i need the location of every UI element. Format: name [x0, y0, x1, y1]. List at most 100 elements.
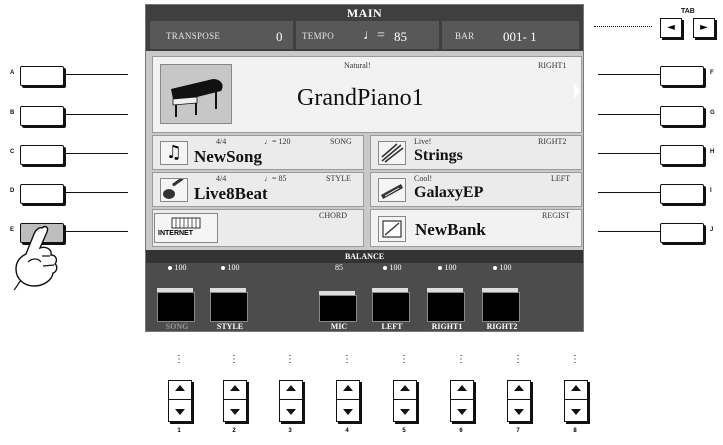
stepper-1[interactable] — [168, 380, 192, 422]
down-arrow-icon[interactable] — [571, 409, 581, 415]
stepper-3[interactable] — [279, 380, 303, 422]
internet-button[interactable]: INTERNET — [154, 213, 218, 243]
stepper-8[interactable] — [564, 380, 588, 422]
balance-channel-style[interactable]: 100 STYLE — [204, 263, 256, 331]
down-arrow-icon[interactable] — [343, 409, 353, 415]
tab-left-button[interactable]: ◄ — [660, 18, 682, 38]
down-arrow-icon[interactable] — [286, 409, 296, 415]
regist-bank-name: NewBank — [415, 220, 486, 239]
up-arrow-icon[interactable] — [286, 385, 296, 391]
dotted-leader: ⋮ — [399, 354, 409, 365]
balance-channel-mic[interactable]: 85 MIC — [313, 263, 365, 331]
balance-channel-name: RIGHT2 — [486, 322, 518, 331]
balance-channel-name: STYLE — [216, 322, 244, 331]
tempo-value: 85 — [394, 29, 407, 44]
up-arrow-icon[interactable] — [514, 385, 524, 391]
stepper-label: 3 — [288, 428, 292, 434]
stepper-7[interactable] — [507, 380, 531, 422]
dotted-leader: ⋮ — [174, 354, 184, 365]
stepper-6[interactable] — [450, 380, 474, 422]
label-d: D — [10, 188, 15, 194]
down-arrow-icon[interactable] — [230, 409, 240, 415]
style-label: STYLE — [326, 174, 351, 183]
balance-value: 100 — [227, 263, 240, 272]
volume-meter — [427, 292, 465, 322]
transpose-label: TRANSPOSE — [166, 31, 221, 41]
guitar-icon — [160, 177, 188, 202]
bar-label: BAR — [455, 31, 475, 41]
mute-indicator-icon — [167, 266, 172, 271]
dotted-leader: ⋮ — [570, 354, 580, 365]
balance-channel-song[interactable]: 100 SONG — [151, 263, 203, 331]
label-f: F — [710, 70, 714, 76]
button-a[interactable] — [20, 66, 64, 86]
style-name: Live8Beat — [194, 184, 268, 203]
button-g[interactable] — [660, 106, 704, 126]
internet-label: INTERNET — [158, 230, 193, 237]
down-arrow-icon[interactable] — [457, 409, 467, 415]
leader-line — [66, 74, 128, 76]
up-arrow-icon[interactable] — [343, 385, 353, 391]
down-arrow-icon[interactable] — [175, 409, 185, 415]
mute-indicator-icon — [437, 266, 442, 271]
label-g: G — [710, 110, 715, 116]
screen-title: MAIN — [346, 6, 383, 20]
leader-line — [66, 114, 128, 116]
stepper-label: 4 — [345, 428, 349, 434]
button-h[interactable] — [660, 145, 704, 165]
stepper-4[interactable] — [336, 380, 360, 422]
song-tempo: ♩= 120 — [264, 137, 291, 146]
leader-line — [598, 74, 660, 76]
leader-line — [66, 231, 128, 233]
lcd-screen: MAIN TRANSPOSE 0 TEMPO ♩= 85 BAR 001- 1 … — [145, 4, 584, 332]
stepper-label: 8 — [573, 428, 577, 434]
down-arrow-icon[interactable] — [400, 409, 410, 415]
button-d[interactable] — [20, 184, 64, 204]
music-note-icon: ♫ — [160, 141, 188, 165]
stepper-label: 6 — [459, 428, 463, 434]
label-i: I — [710, 188, 712, 194]
balance-value: 100 — [174, 263, 187, 272]
button-b[interactable] — [20, 106, 64, 126]
bar-value: 001- 1 — [503, 29, 537, 44]
down-arrow-icon[interactable] — [514, 409, 524, 415]
up-arrow-icon[interactable] — [175, 385, 185, 391]
up-arrow-icon[interactable] — [400, 385, 410, 391]
button-f[interactable] — [660, 66, 704, 86]
stepper-2[interactable] — [223, 380, 247, 422]
up-arrow-icon[interactable] — [230, 385, 240, 391]
keyboard-icon — [171, 217, 201, 229]
mute-indicator-icon — [492, 266, 497, 271]
stepper-label: 2 — [232, 428, 236, 434]
leader-line — [66, 153, 128, 155]
song-label: SONG — [330, 137, 352, 146]
leader-line — [598, 231, 660, 233]
balance-channel-right1[interactable]: 100 RIGHT1 — [421, 263, 473, 331]
leader-line — [598, 114, 660, 116]
volume-meter — [482, 292, 520, 322]
leader-line — [598, 192, 660, 194]
balance-channel-right2[interactable]: 100 RIGHT2 — [476, 263, 528, 331]
label-h: H — [710, 149, 715, 155]
button-j[interactable] — [660, 223, 704, 243]
balance-value: 100 — [389, 263, 402, 272]
label-c: C — [10, 149, 15, 155]
balance-channel-left[interactable]: 100 LEFT — [366, 263, 418, 331]
left-label: LEFT — [551, 174, 571, 183]
mute-indicator-icon — [220, 266, 225, 271]
dotted-leader: ⋮ — [229, 354, 239, 365]
strings-icon — [378, 141, 406, 165]
stepper-5[interactable] — [393, 380, 417, 422]
leader-line — [598, 153, 660, 155]
button-i[interactable] — [660, 184, 704, 204]
regist-label: REGIST — [542, 211, 570, 220]
button-c[interactable] — [20, 145, 64, 165]
balance-value: 100 — [499, 263, 512, 272]
up-arrow-icon[interactable] — [457, 385, 467, 391]
tab-right-button[interactable]: ► — [693, 18, 715, 38]
up-arrow-icon[interactable] — [571, 385, 581, 391]
dotted-leader: ⋮ — [513, 354, 523, 365]
left-category: Cool! — [414, 174, 433, 183]
registration-bank-icon — [378, 216, 406, 242]
balance-channel-name: MIC — [330, 322, 348, 331]
